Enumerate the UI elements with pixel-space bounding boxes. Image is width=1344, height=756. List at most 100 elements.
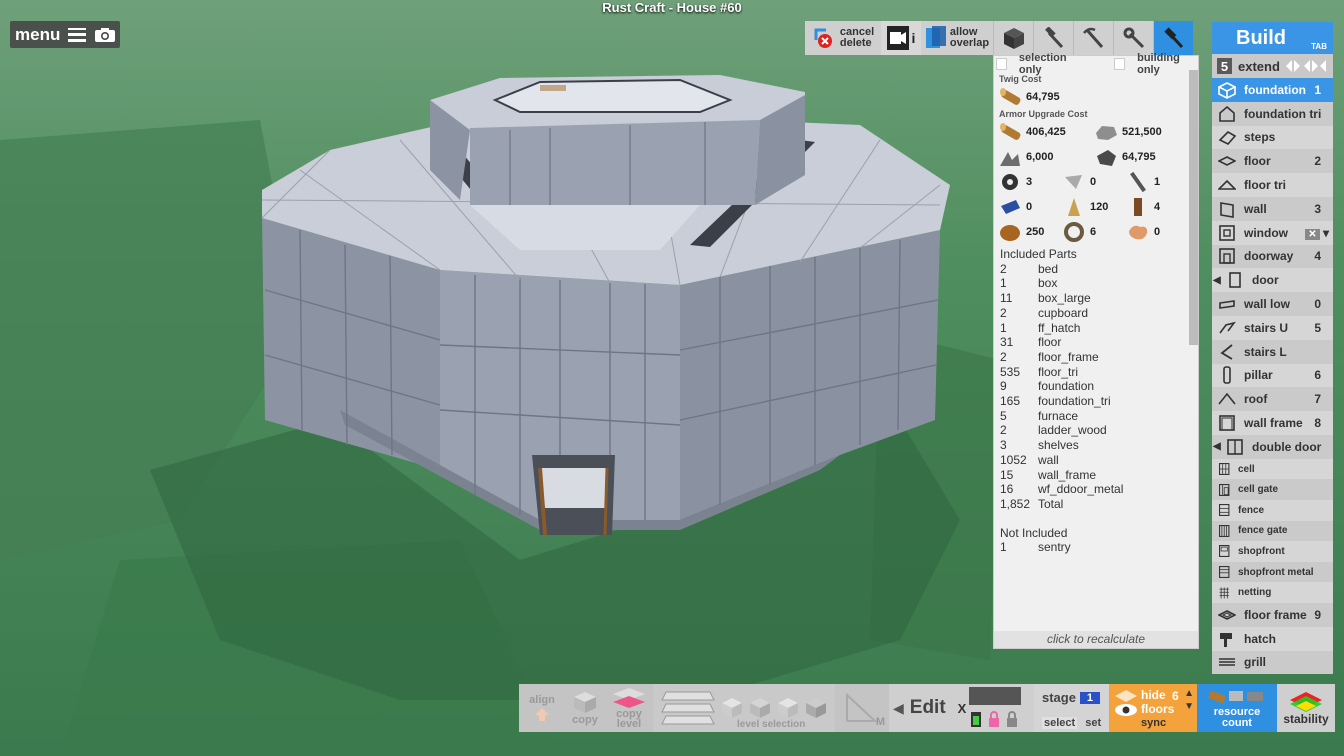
extend-row[interactable]: 5 extend: [1212, 54, 1333, 78]
build-item-label: wall frame: [1244, 416, 1303, 431]
floor-down-icon[interactable]: ▼: [1184, 700, 1194, 713]
building-only-checkbox[interactable]: [1114, 57, 1126, 70]
build-item-double-door[interactable]: ◀ double door: [1212, 434, 1333, 459]
part-qty: 9: [1000, 379, 1007, 394]
wall-frame-icon: [1219, 415, 1235, 431]
build-item-label: stairs U: [1244, 320, 1289, 335]
cube-tool-button[interactable]: [993, 21, 1033, 55]
resource-count-button[interactable]: resource count: [1197, 684, 1277, 732]
build-item-floor[interactable]: floor 2: [1212, 149, 1333, 174]
edit-name-field[interactable]: [969, 687, 1021, 705]
edit-label[interactable]: Edit: [910, 697, 946, 719]
stairs-l-icon: [1220, 343, 1233, 360]
menu-button[interactable]: menu: [10, 21, 120, 48]
camera-icon[interactable]: [94, 27, 116, 43]
view-toggle-button[interactable]: i: [881, 21, 921, 55]
build-item-cell[interactable]: cell: [1212, 458, 1333, 480]
overlap-label: overlap: [949, 37, 990, 49]
armor-cost-value: 3: [1026, 175, 1033, 188]
armor-cost-cell: 406,425: [998, 121, 1094, 143]
part-qty: 11: [1000, 291, 1013, 306]
edit-section: ◀ Edit X: [889, 684, 1034, 732]
build-item-foundation-tri[interactable]: foundation tri: [1212, 101, 1333, 126]
part-name: floor_frame: [1038, 349, 1099, 364]
part-name: wall: [1038, 452, 1059, 467]
foundation-icon: [1218, 81, 1236, 99]
hide-floors-button[interactable]: hide floors sync 6 ▲ ▼: [1109, 684, 1197, 732]
hammer-tool-button[interactable]: [1033, 21, 1073, 55]
stage-number[interactable]: 1: [1079, 691, 1100, 704]
cell-icon: [1219, 463, 1230, 476]
build-item-fence[interactable]: fence: [1212, 499, 1333, 521]
build-item-hatch[interactable]: hatch: [1212, 626, 1333, 651]
armor-cost-cell: 4: [1126, 196, 1190, 218]
panel-scrollbar[interactable]: [1189, 70, 1198, 345]
measure-button[interactable]: M: [835, 684, 889, 732]
build-item-stairs-l[interactable]: stairs L: [1212, 339, 1333, 364]
tarp-icon: [1001, 199, 1020, 214]
copy-cube-icon: [574, 692, 596, 713]
build-item-netting[interactable]: netting: [1212, 582, 1333, 603]
build-header[interactable]: Build TAB: [1212, 22, 1333, 54]
part-qty: 535: [1000, 364, 1021, 379]
lock-closed-icon[interactable]: [1005, 710, 1019, 728]
window-variant-dropdown-icon[interactable]: ✕ ▾: [1305, 226, 1329, 240]
build-item-floor-frame[interactable]: floor frame 9: [1212, 602, 1333, 627]
edit-close-icon[interactable]: X: [958, 701, 967, 716]
align-button[interactable]: align: [519, 684, 565, 732]
gear-icon: [1002, 173, 1018, 190]
door-icon: [1229, 272, 1241, 289]
selection-only-label: selection only: [1018, 51, 1067, 76]
floors-label: floors: [1141, 702, 1175, 716]
twig-cost-header: Twig Cost: [999, 74, 1042, 84]
build-item-wall-frame[interactable]: wall frame 8: [1212, 411, 1333, 435]
stability-label: stability: [1283, 712, 1329, 726]
build-hammer-tool-button[interactable]: [1153, 21, 1193, 55]
copy-button[interactable]: copy: [565, 684, 605, 732]
build-title: Build: [1236, 26, 1286, 49]
build-item-shopfront[interactable]: shopfront: [1212, 541, 1333, 562]
edit-left-arrow-icon[interactable]: ◀: [893, 700, 904, 717]
stability-button[interactable]: stability: [1277, 684, 1335, 732]
set-button[interactable]: set: [1085, 717, 1101, 729]
build-item-wall-low[interactable]: wall low 0: [1212, 292, 1333, 316]
part-qty: 1: [1000, 276, 1007, 291]
build-item-stairs-u[interactable]: stairs U 5: [1212, 315, 1333, 340]
build-item-doorway[interactable]: doorway 4: [1212, 244, 1333, 269]
lock-icon[interactable]: [987, 710, 1001, 728]
build-item-floor-tri[interactable]: floor tri: [1212, 173, 1333, 197]
allow-overlap-button[interactable]: allow overlap: [921, 21, 993, 55]
recalculate-button[interactable]: click to recalculate: [994, 631, 1198, 648]
copy-level-button[interactable]: copy level: [605, 684, 653, 732]
build-item-window[interactable]: window ✕ ▾: [1212, 220, 1333, 245]
selection-only-checkbox[interactable]: [996, 57, 1007, 70]
armor-cost-value: 250: [1026, 225, 1045, 238]
expand-left-arrow-icon[interactable]: ◀: [1213, 275, 1221, 286]
overlap-icon: [925, 26, 946, 48]
build-item-wall[interactable]: wall 3: [1212, 196, 1333, 221]
floor-up-icon[interactable]: ▲: [1184, 687, 1194, 700]
build-item-roof[interactable]: roof 7: [1212, 387, 1333, 412]
hotkey-label: 9: [1314, 607, 1321, 622]
cancel-delete-button[interactable]: cancel delete: [805, 21, 881, 55]
pickaxe-tool-button[interactable]: [1073, 21, 1113, 55]
build-item-label: fence gate: [1238, 525, 1288, 537]
part-row: 5 furnace: [1000, 409, 1198, 424]
build-item-fence-gate[interactable]: fence gate: [1212, 520, 1333, 542]
m-label: M: [875, 716, 885, 728]
level-selection[interactable]: level selection: [653, 684, 835, 732]
build-item-pillar[interactable]: pillar 6: [1212, 363, 1333, 388]
build-item-cell-gate[interactable]: cell gate: [1212, 479, 1333, 500]
build-item-door[interactable]: ◀ door: [1212, 268, 1333, 293]
armor-cost-cell: 64,795: [1094, 146, 1190, 168]
wrench-tool-button[interactable]: [1113, 21, 1153, 55]
build-hammer-icon: [1163, 27, 1183, 49]
build-item-steps[interactable]: steps: [1212, 125, 1333, 150]
select-button[interactable]: select: [1042, 717, 1078, 729]
build-item-grill[interactable]: grill: [1212, 650, 1333, 675]
part-qty: 15: [1000, 467, 1014, 482]
part-qty: 5: [1000, 408, 1007, 423]
build-item-shopfront-metal[interactable]: shopfront metal: [1212, 561, 1333, 583]
build-item-foundation[interactable]: foundation 1: [1212, 78, 1333, 102]
expand-left-arrow-icon[interactable]: ◀: [1213, 441, 1221, 452]
